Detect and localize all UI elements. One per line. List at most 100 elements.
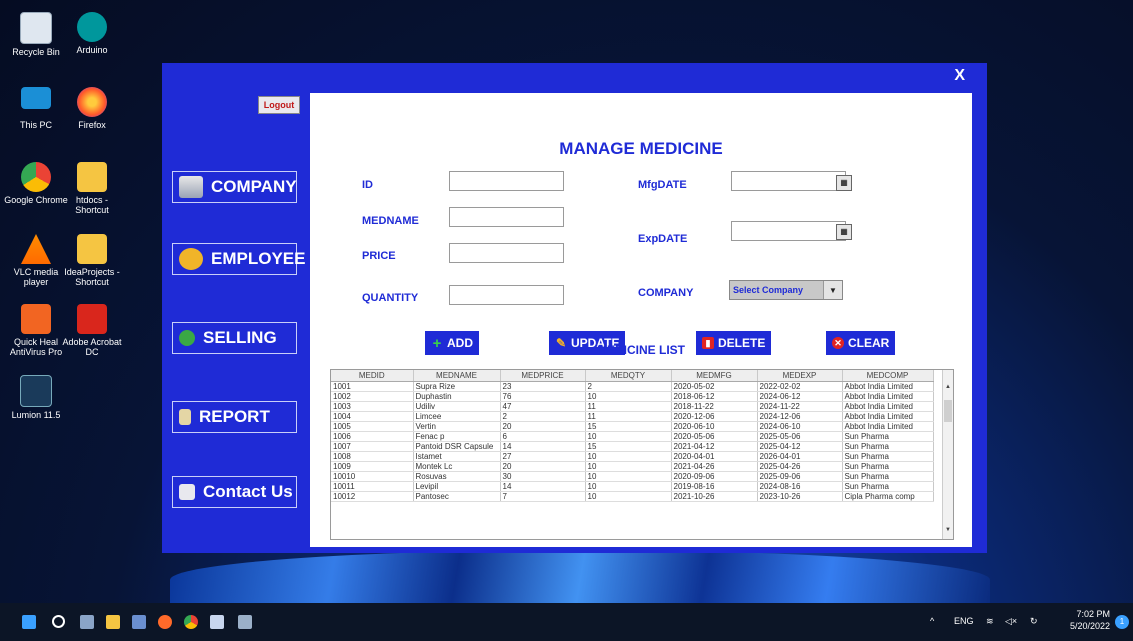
calendar-icon[interactable]: ▦ [836, 175, 852, 191]
desktop-icon-ideaprojects[interactable]: IdeaProjects - Shortcut [60, 234, 124, 287]
chrome-icon[interactable] [184, 615, 198, 629]
desktop-icon-quickheal[interactable]: Quick Heal AntiVirus Pro [4, 304, 68, 357]
table-cell: Abbot India Limited [842, 381, 934, 392]
desktop-icon-htdocs[interactable]: htdocs - Shortcut [60, 162, 124, 215]
desktop-icon-chrome[interactable]: Google Chrome [4, 162, 68, 205]
table-cell: Sun Pharma [842, 441, 934, 452]
wifi-icon[interactable]: ≋ [986, 616, 994, 627]
table-cell: 2021-04-26 [671, 461, 758, 472]
close-button[interactable]: X [954, 67, 965, 85]
table-cell: 2025-04-26 [757, 461, 843, 472]
table-row[interactable]: 1009 Montek Lc 20 10 2021-04-26 2025-04-26 Sun… [331, 461, 934, 472]
database-icon [179, 176, 203, 198]
table-cell: 6 [500, 431, 586, 442]
desktop-icon-lumion[interactable]: Lumion 11.5 [4, 375, 68, 420]
column-header[interactable]: MEDID [331, 370, 414, 382]
language-indicator[interactable]: ENG [954, 616, 974, 626]
folder-icon [77, 234, 107, 264]
table-cell: 2018-06-12 [671, 391, 758, 402]
table-cell: 2025-09-06 [757, 471, 843, 482]
company-select[interactable]: Select Company ▼ [729, 280, 843, 300]
column-header[interactable]: MEDMFG [671, 370, 758, 382]
table-cell: 2024-12-06 [757, 411, 843, 422]
windows-start-icon[interactable] [22, 615, 36, 629]
column-header[interactable]: MEDNAME [413, 370, 501, 382]
table-cell: 10010 [331, 471, 414, 482]
table-cell: 23 [500, 381, 586, 392]
table-row[interactable]: 1004 Limcee 2 11 2020-12-06 2024-12-06 Abbot I… [331, 411, 934, 422]
table-row[interactable]: 1007 Pantoid DSR Capsule 14 15 2021-04-12 202… [331, 441, 934, 452]
app-icon[interactable] [238, 615, 252, 629]
table-row[interactable]: 1002 Duphastin 76 10 2018-06-12 2024-06-12 Abb… [331, 391, 934, 402]
table-cell: Sun Pharma [842, 431, 934, 442]
table-cell: 2025-05-06 [757, 431, 843, 442]
table-cell: 2024-06-10 [757, 421, 843, 432]
scroll-up-icon[interactable]: ▲ [943, 384, 953, 394]
table-row[interactable]: 10012 Pantosec 7 10 2021-10-26 2023-10-26 Cipl… [331, 491, 934, 502]
expdate-input[interactable] [731, 221, 846, 241]
column-header[interactable]: MEDPRICE [500, 370, 586, 382]
column-header[interactable]: MEDEXP [757, 370, 843, 382]
medicine-table[interactable]: MEDID MEDNAME MEDPRICE MEDQTY MEDMFG MED… [330, 369, 954, 540]
quickheal-icon [21, 304, 51, 334]
calendar-icon[interactable]: ▦ [836, 224, 852, 240]
table-cell: 11 [585, 401, 672, 412]
desktop-icon-recycle-bin[interactable]: Recycle Bin [4, 12, 68, 57]
search-icon[interactable] [52, 615, 65, 628]
store-icon[interactable] [132, 615, 146, 629]
page-title: MANAGE MEDICINE [559, 139, 723, 158]
chevron-up-icon[interactable]: ^ [930, 616, 934, 626]
price-input[interactable] [449, 243, 564, 263]
recycle-bin-icon [20, 12, 52, 44]
quantity-input[interactable] [449, 285, 564, 305]
id-input[interactable] [449, 171, 564, 191]
nav-employee-button[interactable]: EMPLOYEE [172, 243, 305, 275]
acrobat-icon [77, 304, 107, 334]
firefox-icon[interactable] [158, 615, 172, 629]
table-cell: Abbot India Limited [842, 411, 934, 422]
table-cell: 10011 [331, 481, 414, 492]
medname-input[interactable] [449, 207, 564, 227]
task-view-icon[interactable] [80, 615, 94, 629]
file-explorer-icon[interactable] [106, 615, 120, 629]
table-cell: 2021-10-26 [671, 491, 758, 502]
table-cell: Sun Pharma [842, 451, 934, 462]
table-cell: 2023-10-26 [757, 491, 843, 502]
mfgdate-input[interactable] [731, 171, 846, 191]
table-row[interactable]: 1005 Vertin 20 15 2020-06-10 2024-06-10 Abbot … [331, 421, 934, 432]
table-cell: 2021-04-12 [671, 441, 758, 452]
table-cell: 1006 [331, 431, 414, 442]
table-cell: 2026-04-01 [757, 451, 843, 462]
nav-selling-button[interactable]: SELLING [172, 322, 297, 354]
table-row[interactable]: 1006 Fenac p 6 10 2020-05-06 2025-05-06 Sun Ph… [331, 431, 934, 442]
nav-company-button[interactable]: COMPANY [172, 171, 297, 203]
date-text: 5/20/2022 [1069, 621, 1110, 631]
column-header[interactable]: MEDQTY [585, 370, 672, 382]
desktop-icon-vlc[interactable]: VLC media player [4, 234, 68, 287]
scroll-thumb[interactable] [944, 400, 952, 422]
nav-report-button[interactable]: REPORT [172, 401, 297, 433]
nav-contact-button[interactable]: Contact Us [172, 476, 297, 508]
table-row[interactable]: 10011 Levipil 14 10 2019-08-16 2024-08-16 Sun … [331, 481, 934, 492]
sync-icon[interactable]: ↻ [1030, 616, 1038, 627]
volume-icon[interactable]: ◁× [1005, 616, 1017, 627]
scroll-down-icon[interactable]: ▼ [943, 527, 953, 537]
table-cell: 2022-02-02 [757, 381, 843, 392]
desktop-icon-acrobat[interactable]: Adobe Acrobat DC [60, 304, 124, 357]
column-header[interactable]: MEDCOMP [842, 370, 934, 382]
table-cell: 2019-08-16 [671, 481, 758, 492]
table-row[interactable]: 1001 Supra Rize 23 2 2020-05-02 2022-02-02 Abb… [331, 381, 934, 392]
desktop-icon-this-pc[interactable]: This PC [4, 87, 68, 130]
desktop-icon-arduino[interactable]: Arduino [60, 12, 124, 55]
table-scrollbar[interactable]: ▲ ▼ [942, 370, 953, 539]
table-cell: 2024-06-12 [757, 391, 843, 402]
table-row[interactable]: 1008 Istamet 27 10 2020-04-01 2026-04-01 Sun P… [331, 451, 934, 462]
clock[interactable]: 7:02 PM 5/20/2022 [1066, 608, 1110, 632]
shield-icon[interactable] [210, 615, 224, 629]
table-cell: 7 [500, 491, 586, 502]
table-row[interactable]: 1003 Udiliv 47 11 2018-11-22 2024-11-22 Abbot … [331, 401, 934, 412]
logout-button[interactable]: Logout [258, 96, 300, 114]
notification-badge[interactable]: 1 [1115, 615, 1129, 629]
desktop-icon-firefox[interactable]: Firefox [60, 87, 124, 130]
table-row[interactable]: 10010 Rosuvas 30 10 2020-09-06 2025-09-06 Sun … [331, 471, 934, 482]
